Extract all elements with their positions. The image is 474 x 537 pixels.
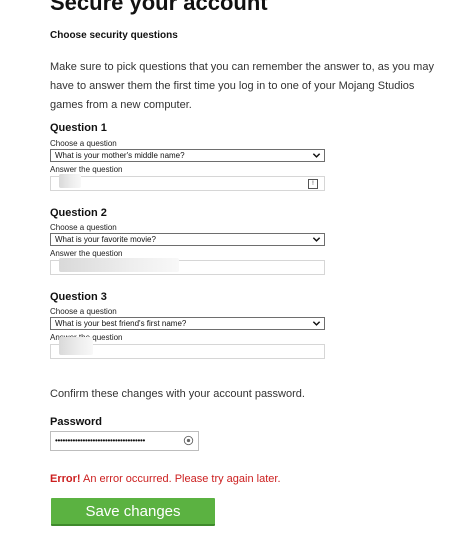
question-1-answer-label: Answer the question [50,165,123,174]
question-3-choose-label: Choose a question [50,307,117,316]
question-3-heading: Question 3 [50,291,107,303]
page-title: Secure your account [50,0,268,15]
question-3-answer-input[interactable] [50,337,325,359]
error-message: Error! An error occurred. Please try aga… [50,473,281,485]
redacted-answer [59,174,81,188]
question-2-choose-label: Choose a question [50,223,117,232]
password-field[interactable]: •••••••••••••••••••••••••••••••••••• [50,431,199,451]
question-1-select[interactable]: What is your mother's middle name? [50,149,325,162]
question-1-heading: Question 1 [50,122,107,134]
question-1-choose-label: Choose a question [50,139,117,148]
question-2-answer-input[interactable] [50,258,325,275]
question-3-select[interactable]: What is your best friend's first name? [50,317,325,330]
question-2-selected-value: What is your favorite movie? [55,235,156,244]
question-1-answer-input[interactable]: ! [50,174,325,191]
reveal-icon[interactable]: ! [308,179,318,189]
intro-text: Make sure to pick questions that you can… [50,61,434,111]
error-prefix: Error! [50,473,81,485]
password-label: Password [50,416,102,428]
chevron-down-icon [312,237,321,242]
redacted-answer [59,258,179,272]
question-2-heading: Question 2 [50,207,107,219]
save-changes-button[interactable]: Save changes [51,498,215,526]
eye-icon[interactable] [183,435,194,446]
question-3-selected-value: What is your best friend's first name? [55,319,187,328]
section-heading: Choose security questions [50,30,178,41]
password-masked-value: •••••••••••••••••••••••••••••••••••• [55,436,146,445]
chevron-down-icon [312,321,321,326]
error-text: An error occurred. Please try again late… [80,473,281,485]
redacted-answer [59,337,93,355]
question-2-select[interactable]: What is your favorite movie? [50,233,325,246]
chevron-down-icon [312,153,321,158]
question-1-selected-value: What is your mother's middle name? [55,151,185,160]
confirm-text: Confirm these changes with your account … [50,388,305,400]
question-2-answer-label: Answer the question [50,249,123,258]
